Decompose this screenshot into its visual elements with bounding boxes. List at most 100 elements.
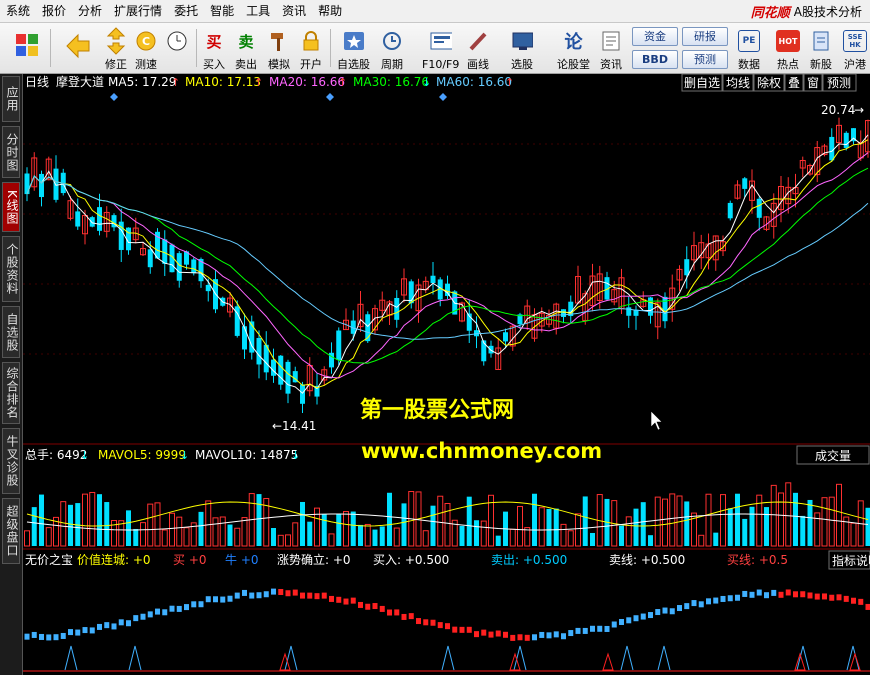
indicator-block bbox=[321, 592, 327, 599]
volume-bar bbox=[648, 535, 653, 546]
hotspot-button[interactable]: HOT 热点 bbox=[776, 26, 800, 72]
candle bbox=[503, 332, 508, 342]
indicator-block bbox=[481, 629, 487, 636]
volume-bar bbox=[495, 535, 501, 546]
indicator-label: 卖线: +0.500 bbox=[609, 553, 685, 567]
candle bbox=[97, 207, 102, 231]
ma30-down-arrow-icon: ↓ bbox=[422, 76, 431, 89]
volume-bar bbox=[553, 508, 559, 546]
indicator-label: 买线: +0.5 bbox=[727, 553, 788, 567]
buy-button[interactable]: 买 买入 bbox=[203, 26, 225, 72]
forecast-button[interactable]: 预测 bbox=[682, 50, 728, 69]
volume-bar bbox=[126, 510, 131, 546]
menu-extended-quotes[interactable]: 扩展行情 bbox=[108, 0, 168, 22]
candle bbox=[176, 253, 182, 281]
buy-label: 买入 bbox=[203, 58, 225, 71]
tab-ranking[interactable]: 综合排名 bbox=[2, 362, 20, 424]
tab-diagnosis[interactable]: 牛叉诊股 bbox=[2, 428, 20, 494]
volume-bar bbox=[509, 528, 516, 547]
ma30-label: MA30: 16.76 bbox=[353, 75, 429, 89]
clock-button[interactable] bbox=[166, 26, 188, 56]
ma-line bbox=[26, 139, 869, 389]
menu-smart[interactable]: 智能 bbox=[204, 0, 240, 22]
high-arrow-icon: → bbox=[854, 103, 864, 117]
menu-analysis[interactable]: 分析 bbox=[72, 0, 108, 22]
new-stock-button[interactable]: 新股 bbox=[810, 26, 832, 72]
chart-area[interactable]: 日线 摩登大道 MA5: 17.29 ↑ MA10: 17.13 ↑ MA20:… bbox=[23, 74, 870, 675]
candle bbox=[278, 355, 284, 385]
tab-intraday[interactable]: 分时图 bbox=[2, 126, 20, 178]
volume-bar bbox=[560, 523, 567, 547]
fund-button[interactable]: 资金 bbox=[632, 27, 678, 46]
indicator-block bbox=[234, 592, 240, 599]
menu-tools[interactable]: 工具 bbox=[240, 0, 276, 22]
speed-test-button[interactable]: C 测速 bbox=[135, 26, 157, 72]
marker-diamond-icon bbox=[326, 93, 334, 101]
stock-screener-button[interactable]: 选股 bbox=[511, 26, 533, 72]
volume-bar bbox=[39, 494, 44, 546]
tab-watchlist[interactable]: 自选股 bbox=[2, 306, 20, 358]
draw-line-button[interactable]: 画线 bbox=[467, 26, 489, 72]
menu-quote[interactable]: 报价 bbox=[36, 0, 72, 22]
stock-name: 摩登大道 bbox=[56, 74, 104, 89]
volume-bar bbox=[343, 511, 349, 547]
volume-bar bbox=[800, 515, 806, 546]
volume-bar bbox=[698, 534, 705, 547]
hk-icon: SSE HK bbox=[843, 30, 867, 52]
volume-bar bbox=[387, 492, 392, 546]
candle bbox=[205, 284, 211, 292]
menu-trade[interactable]: 委托 bbox=[168, 0, 204, 22]
volume-bar bbox=[590, 532, 595, 546]
indicator-block bbox=[256, 592, 262, 599]
period-button[interactable]: 周期 bbox=[381, 26, 403, 72]
volume-bar bbox=[474, 520, 479, 546]
simulate-label: 模拟 bbox=[268, 58, 290, 71]
indicator-block bbox=[851, 597, 856, 604]
sell-button[interactable]: 卖 卖出 bbox=[235, 26, 257, 72]
indicator-block bbox=[292, 589, 298, 596]
data-button[interactable]: PE 数据 bbox=[738, 26, 760, 72]
volume-bar bbox=[161, 529, 168, 547]
speed-test-label: 测速 bbox=[135, 58, 157, 71]
tab-kline[interactable]: K线图 bbox=[2, 182, 20, 232]
ma10-label: MA10: 17.13 bbox=[185, 75, 261, 89]
simulate-button[interactable]: 模拟 bbox=[268, 26, 290, 72]
period-label: 周期 bbox=[381, 58, 403, 71]
volume-bar bbox=[198, 511, 204, 546]
indicator-panel[interactable] bbox=[23, 588, 870, 672]
tab-apps[interactable]: 应用 bbox=[2, 76, 20, 122]
indicator-block bbox=[539, 631, 545, 638]
volume-bar bbox=[575, 513, 581, 547]
volume-bar bbox=[212, 517, 219, 547]
open-account-button[interactable]: 开户 bbox=[300, 26, 322, 72]
overlay-label: 叠 bbox=[788, 76, 800, 90]
volume-bar bbox=[68, 504, 73, 546]
indicator-spike bbox=[620, 645, 634, 671]
forum-button[interactable]: 论 论股堂 bbox=[557, 26, 590, 72]
tab-stock-profile[interactable]: 个股资料 bbox=[2, 236, 20, 302]
indicator-block bbox=[582, 627, 588, 634]
news-button[interactable]: 资讯 bbox=[600, 26, 622, 72]
shanghai-hk-button[interactable]: SSE HK 沪港 bbox=[843, 26, 867, 72]
menu-help[interactable]: 帮助 bbox=[312, 0, 348, 22]
f10-button[interactable]: F10/F9 bbox=[422, 26, 459, 72]
correct-button[interactable]: 修正 bbox=[105, 26, 127, 72]
research-button[interactable]: 研报 bbox=[682, 27, 728, 46]
watchlist-button[interactable]: 自选股 bbox=[337, 26, 370, 72]
volume-panel[interactable] bbox=[24, 482, 870, 547]
indicator-spike bbox=[441, 645, 455, 671]
volume-bar bbox=[364, 523, 371, 547]
volume-bar bbox=[836, 483, 842, 547]
volume-bar bbox=[713, 532, 719, 546]
kline-panel[interactable] bbox=[24, 117, 870, 414]
back-button[interactable] bbox=[64, 26, 92, 60]
indicator-block bbox=[727, 595, 733, 602]
bbd-button[interactable]: BBD bbox=[632, 50, 678, 69]
menu-info[interactable]: 资讯 bbox=[276, 0, 312, 22]
layout-grid-button[interactable] bbox=[14, 26, 40, 58]
candle bbox=[242, 326, 247, 350]
tab-super-book[interactable]: 超级盘口 bbox=[2, 498, 20, 564]
menu-system[interactable]: 系统 bbox=[0, 0, 36, 22]
period-label[interactable]: 日线 bbox=[25, 75, 49, 89]
volume-bar bbox=[705, 493, 712, 547]
